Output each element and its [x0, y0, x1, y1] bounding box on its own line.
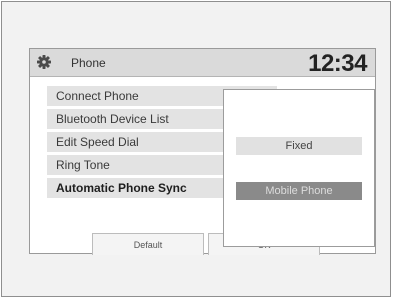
clock: 12:34 [308, 50, 367, 77]
header-bar: Phone 12:34 [30, 49, 375, 77]
display-screen: Phone 12:34 Connect Phone Bluetooth Devi… [29, 48, 376, 255]
sync-options-popup: Fixed Mobile Phone [223, 89, 375, 247]
default-button[interactable]: Default [92, 233, 204, 255]
page-title: Phone [71, 56, 106, 70]
device-frame: Phone 12:34 Connect Phone Bluetooth Devi… [1, 1, 391, 297]
gear-icon[interactable] [37, 55, 51, 69]
option-mobile-phone[interactable]: Mobile Phone [236, 182, 362, 200]
option-fixed[interactable]: Fixed [236, 137, 362, 155]
